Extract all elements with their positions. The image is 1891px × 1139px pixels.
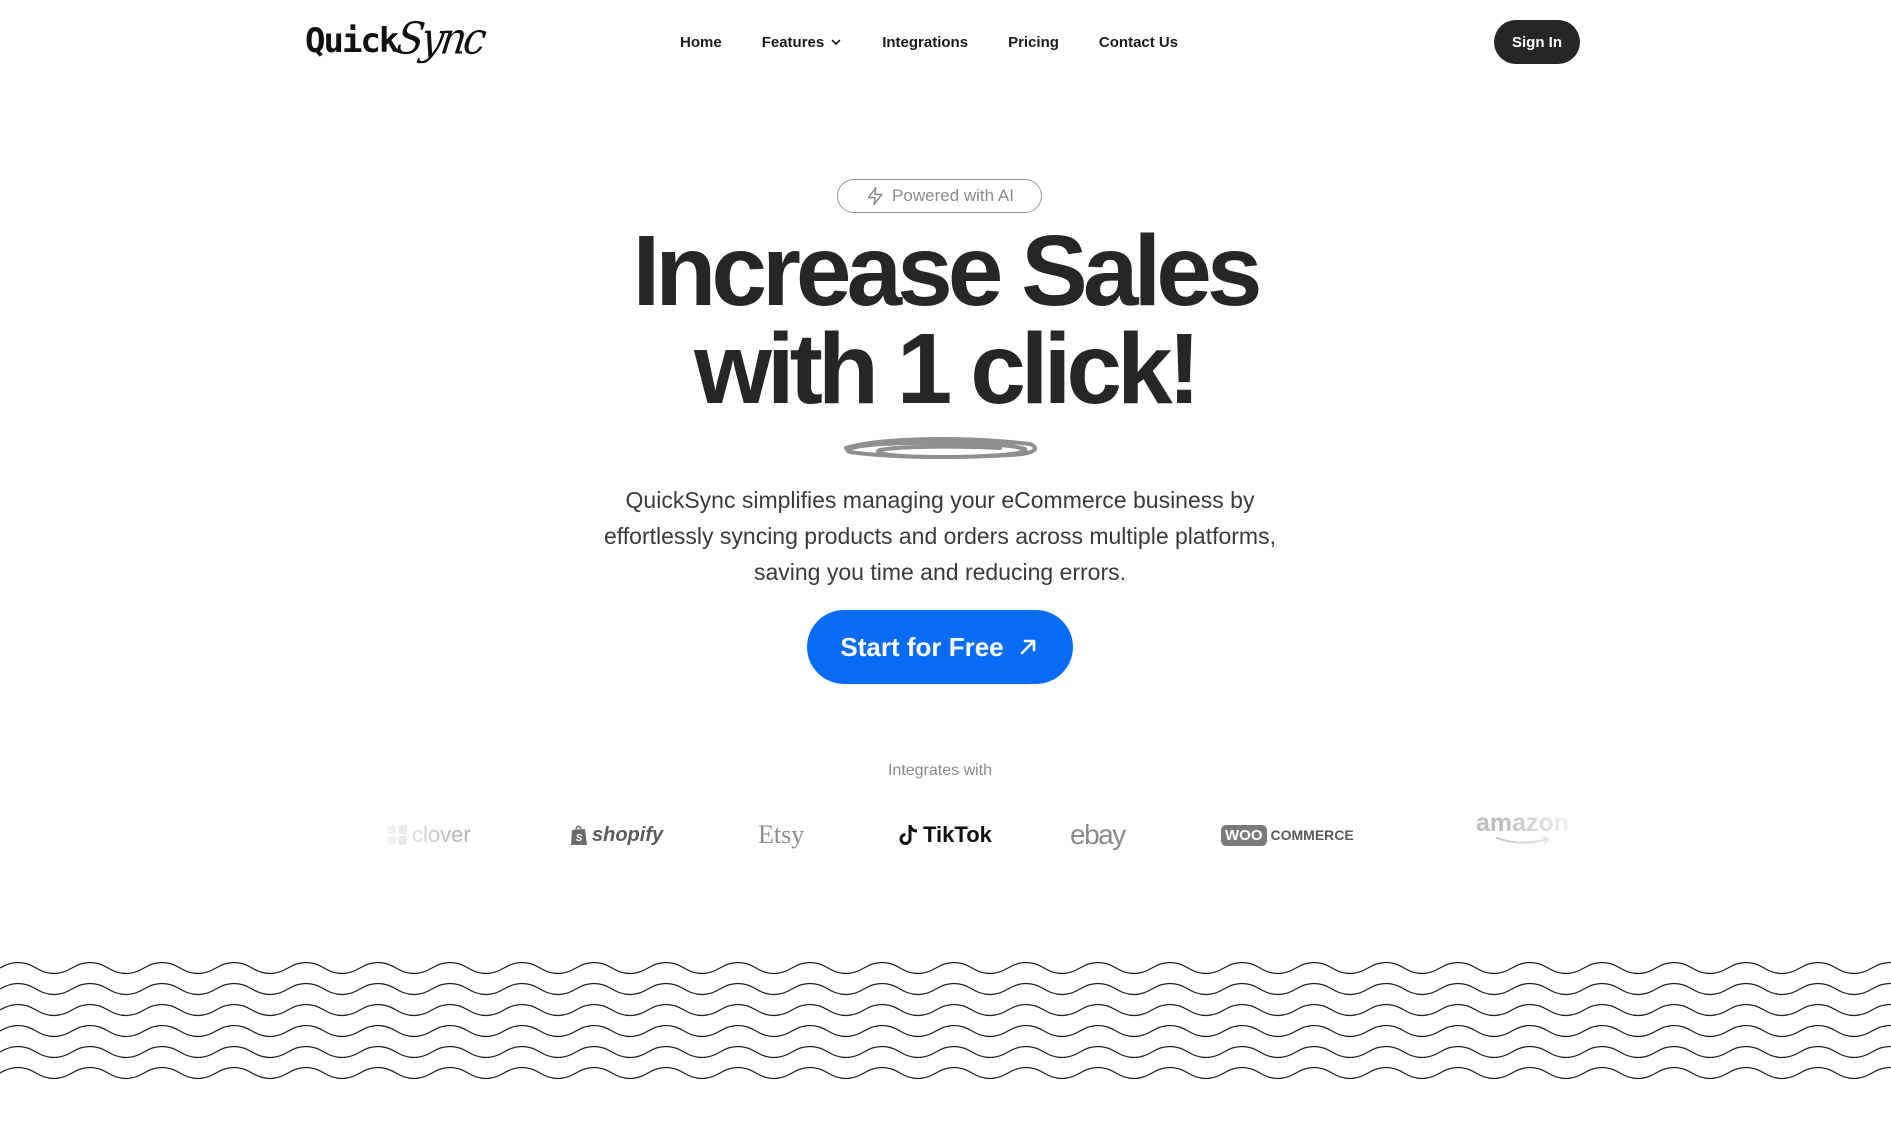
badge-label: Powered with AI	[892, 186, 1014, 205]
nav-integrations[interactable]: Integrations	[882, 34, 968, 51]
ebay-text: ebay	[1070, 819, 1126, 850]
nav-pricing[interactable]: Pricing	[1008, 34, 1059, 51]
logos-fade-right	[1500, 810, 1590, 860]
nav-integrations-label: Integrations	[882, 33, 969, 51]
powered-with-ai-badge: Powered with AI	[837, 179, 1042, 213]
woocommerce-logo: WOO COMMERCE	[1221, 810, 1354, 860]
shopping-bag-icon: S	[571, 825, 587, 845]
tiktok-logo: TikTok	[898, 810, 992, 860]
nav-home[interactable]: Home	[680, 34, 722, 51]
wave-line	[0, 1045, 1891, 1059]
cta-label: Start for Free	[840, 631, 1004, 662]
wave-line	[0, 961, 1891, 975]
integration-logos: clover S shopify Etsy TikTok ebay WOO CO…	[370, 810, 1590, 860]
start-for-free-button[interactable]: Start for Free	[807, 610, 1073, 684]
wave-line	[0, 1003, 1891, 1017]
shopify-logo: S shopify	[570, 810, 663, 860]
arrow-up-right-icon	[1020, 639, 1035, 655]
logo-text-quick: Quick	[305, 21, 399, 61]
scribble-underline	[844, 437, 1037, 460]
quicksync-logo[interactable]: QuickSync	[305, 13, 488, 66]
nav-features[interactable]: Features	[762, 34, 843, 51]
tiktok-note-icon	[899, 825, 918, 845]
wave-line	[0, 982, 1891, 996]
headline-line-2: with 1 click!	[694, 313, 1201, 425]
chevron-down-icon	[831, 39, 841, 45]
svg-text:S: S	[576, 833, 583, 844]
woocommerce-text: COMMERCE	[1270, 827, 1354, 843]
nav-features-label: Features	[761, 33, 825, 51]
wave-line	[0, 1024, 1891, 1038]
woo-badge: WOO	[1221, 824, 1267, 846]
integrates-with-label: Integrates with	[887, 762, 993, 779]
lightning-icon	[867, 186, 883, 206]
logo-text-sync: Sync	[393, 13, 488, 65]
logos-fade-left	[370, 810, 460, 860]
landing-page: QuickSync Home Features Integrations Pri…	[0, 0, 1891, 1139]
nav-pricing-label: Pricing	[1008, 33, 1059, 51]
etsy-text: Etsy	[758, 820, 805, 849]
ebay-logo: ebay	[1070, 810, 1126, 860]
main-nav: Home Features Integrations Pricing Conta…	[680, 26, 1178, 58]
hero-subtitle: QuickSync simplifies managing your eComm…	[604, 487, 1276, 585]
shopify-text: shopify	[592, 823, 664, 846]
tiktok-text: TikTok	[923, 822, 992, 847]
wave-line	[0, 1066, 1891, 1080]
nav-contact-us-label: Contact Us	[1098, 33, 1179, 51]
nav-contact-us[interactable]: Contact Us	[1099, 34, 1178, 51]
etsy-logo: Etsy	[758, 810, 804, 860]
sign-in-button[interactable]: Sign In	[1494, 20, 1580, 64]
decorative-waves	[0, 961, 1891, 1080]
headline-line-1: Increase Sales	[632, 215, 1263, 327]
hero-headline: Increase Sales with 1 click!	[445, 221, 1445, 419]
nav-home-label: Home	[680, 33, 722, 51]
